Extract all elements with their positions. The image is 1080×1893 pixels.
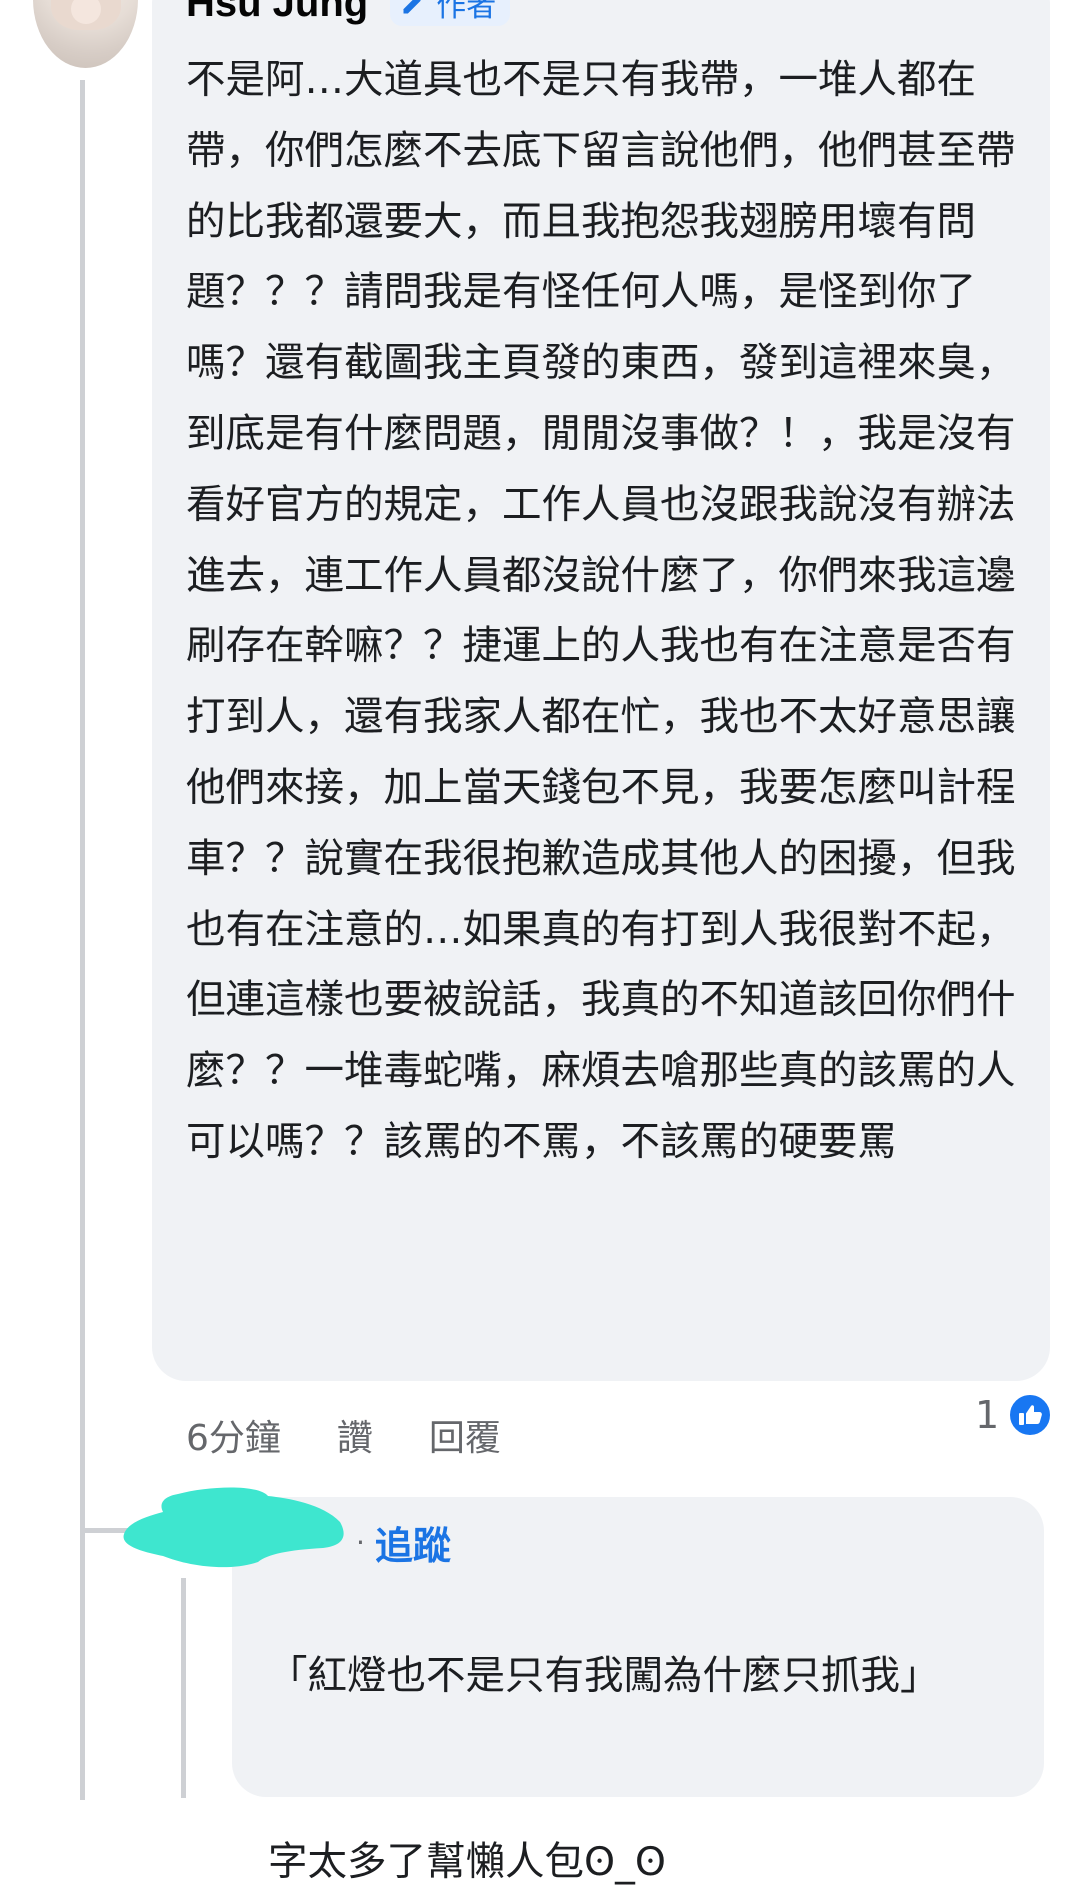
reply-button[interactable]: 回覆 bbox=[429, 1409, 501, 1461]
comment-author-row: Hsu Jung 作者 bbox=[186, 0, 511, 28]
reply-quote-line: 「紅燈也不是只有我闖為什麼只抓我」 bbox=[268, 1653, 940, 1699]
like-button[interactable]: 讚 bbox=[337, 1409, 373, 1461]
censor-scribble bbox=[123, 1487, 344, 1568]
comment-meta-row: 6分鐘 讚 回覆 bbox=[186, 1405, 501, 1465]
pencil-icon bbox=[403, 0, 422, 14]
follow-button[interactable]: 追蹤 bbox=[375, 1515, 451, 1570]
author-badge-label: 作者 bbox=[436, 0, 497, 24]
reply-text: 「紅燈也不是只有我闖為什麼只抓我」 字太多了幫懶人包ʘ_ʘ bbox=[268, 1583, 1028, 1893]
author-avatar[interactable] bbox=[33, 0, 138, 68]
reaction-count[interactable]: 1 bbox=[975, 1393, 999, 1437]
reply-separator: · bbox=[356, 1525, 365, 1559]
comment-timestamp[interactable]: 6分鐘 bbox=[186, 1409, 281, 1461]
author-name[interactable]: Hsu Jung bbox=[186, 0, 368, 26]
like-icon[interactable] bbox=[1008, 1393, 1052, 1437]
reply-header: · 追蹤 bbox=[356, 1515, 451, 1569]
reply-line-gap bbox=[268, 1707, 1028, 1769]
author-badge: 作者 bbox=[390, 0, 511, 26]
reply-text-line: 字太多了幫懶人包ʘ_ʘ bbox=[268, 1839, 666, 1885]
comment-text: 不是阿…大道具也不是只有我帶，一堆人都在帶，你們怎麼不去底下留言說他們，他們甚至… bbox=[186, 57, 1016, 1165]
thread-line-reply-sub bbox=[181, 1578, 186, 1798]
thread-line-main bbox=[80, 80, 85, 1800]
